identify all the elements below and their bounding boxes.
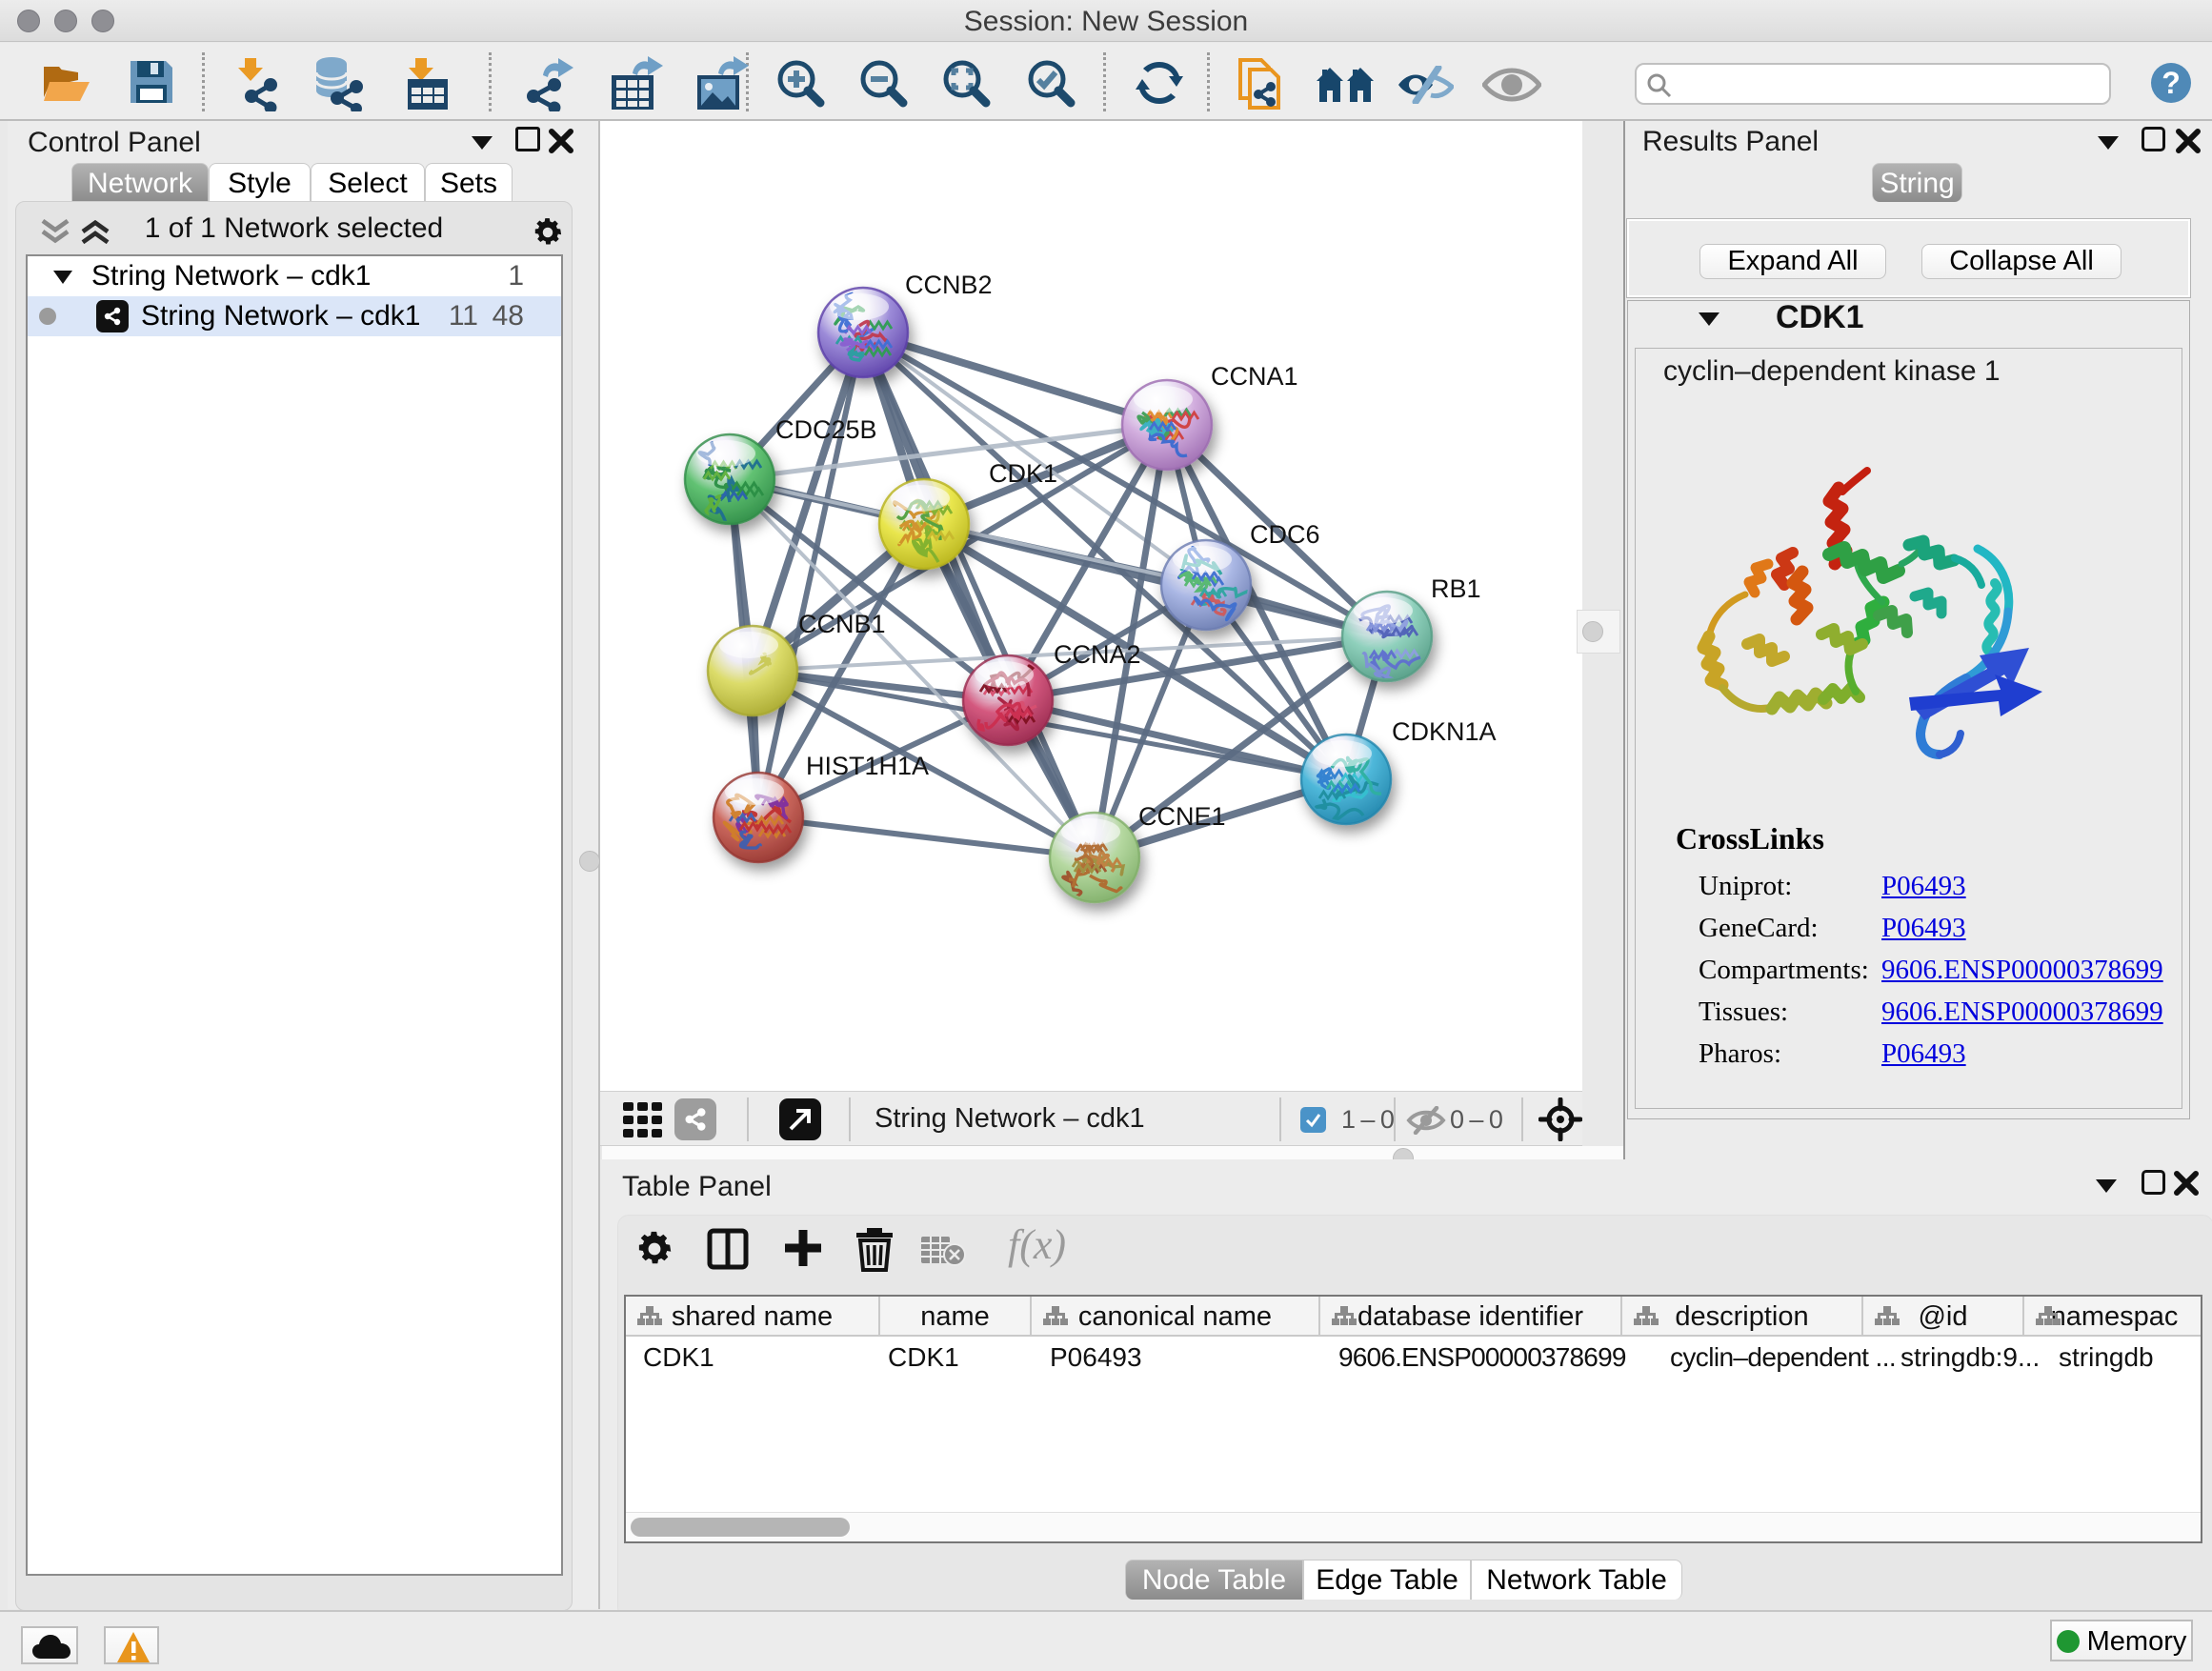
svg-text:CCNE1: CCNE1 <box>1138 802 1226 831</box>
svg-text:CDC25B: CDC25B <box>775 415 877 444</box>
svg-text:RB1: RB1 <box>1431 574 1481 603</box>
svg-text:CDC6: CDC6 <box>1250 520 1320 549</box>
svg-text:CDK1: CDK1 <box>989 459 1057 488</box>
svg-text:CCNB1: CCNB1 <box>798 610 886 638</box>
svg-text:CDKN1A: CDKN1A <box>1392 717 1497 746</box>
svg-text:CCNA2: CCNA2 <box>1054 640 1141 669</box>
svg-text:HIST1H1A: HIST1H1A <box>806 752 929 780</box>
svg-text:CCNB2: CCNB2 <box>905 271 993 299</box>
svg-text:?: ? <box>2162 66 2181 100</box>
svg-text:CCNA1: CCNA1 <box>1211 362 1298 391</box>
